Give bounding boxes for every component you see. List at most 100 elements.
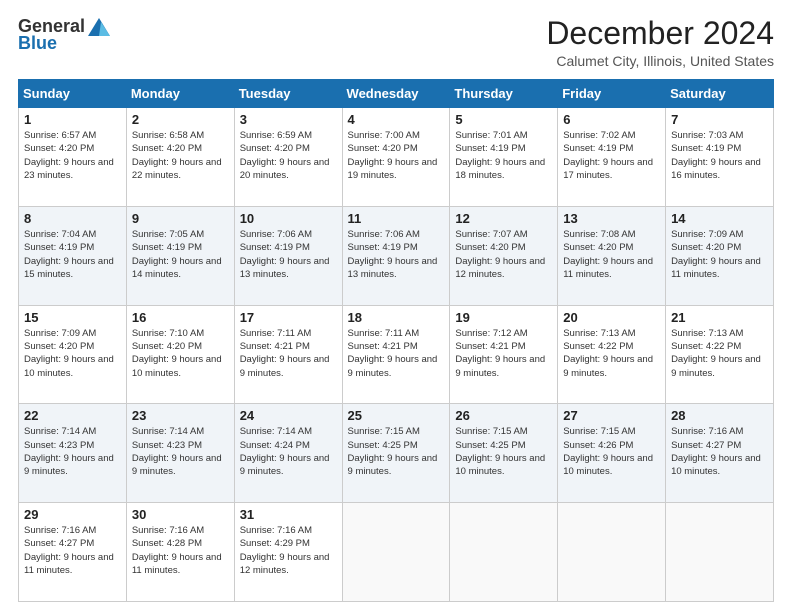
cell-info: Sunrise: 7:16 AMSunset: 4:29 PMDaylight:… — [240, 525, 330, 576]
day-number: 18 — [348, 310, 445, 325]
cell-d6: 6 Sunrise: 7:02 AMSunset: 4:19 PMDayligh… — [558, 108, 666, 207]
cell-d28: 28 Sunrise: 7:16 AMSunset: 4:27 PMDaylig… — [666, 404, 774, 503]
title-block: December 2024 Calumet City, Illinois, Un… — [546, 16, 774, 69]
col-monday: Monday — [126, 80, 234, 108]
cell-info: Sunrise: 7:16 AMSunset: 4:28 PMDaylight:… — [132, 525, 222, 576]
logo-blue-text: Blue — [18, 33, 57, 53]
cell-d4: 4 Sunrise: 7:00 AMSunset: 4:20 PMDayligh… — [342, 108, 450, 207]
cell-info: Sunrise: 7:14 AMSunset: 4:24 PMDaylight:… — [240, 426, 330, 477]
day-number: 14 — [671, 211, 768, 226]
header: General Blue December 2024 Calumet City,… — [18, 16, 774, 69]
col-thursday: Thursday — [450, 80, 558, 108]
empty-cell-w4d4 — [450, 503, 558, 602]
empty-cell-w4d3 — [342, 503, 450, 602]
cell-d26: 26 Sunrise: 7:15 AMSunset: 4:25 PMDaylig… — [450, 404, 558, 503]
cell-info: Sunrise: 7:09 AMSunset: 4:20 PMDaylight:… — [671, 229, 761, 280]
cell-info: Sunrise: 7:16 AMSunset: 4:27 PMDaylight:… — [671, 426, 761, 477]
day-number: 17 — [240, 310, 337, 325]
cell-info: Sunrise: 7:05 AMSunset: 4:19 PMDaylight:… — [132, 229, 222, 280]
cell-info: Sunrise: 7:04 AMSunset: 4:19 PMDaylight:… — [24, 229, 114, 280]
col-tuesday: Tuesday — [234, 80, 342, 108]
cell-info: Sunrise: 7:07 AMSunset: 4:20 PMDaylight:… — [455, 229, 545, 280]
cell-info: Sunrise: 7:11 AMSunset: 4:21 PMDaylight:… — [240, 328, 330, 379]
day-number: 8 — [24, 211, 121, 226]
cell-d21: 21 Sunrise: 7:13 AMSunset: 4:22 PMDaylig… — [666, 305, 774, 404]
cell-info: Sunrise: 7:15 AMSunset: 4:26 PMDaylight:… — [563, 426, 653, 477]
col-wednesday: Wednesday — [342, 80, 450, 108]
week-row-4: 22 Sunrise: 7:14 AMSunset: 4:23 PMDaylig… — [19, 404, 774, 503]
cell-info: Sunrise: 7:02 AMSunset: 4:19 PMDaylight:… — [563, 130, 653, 181]
day-number: 9 — [132, 211, 229, 226]
cell-d12: 12 Sunrise: 7:07 AMSunset: 4:20 PMDaylig… — [450, 206, 558, 305]
page: General Blue December 2024 Calumet City,… — [0, 0, 792, 612]
day-number: 31 — [240, 507, 337, 522]
day-number: 16 — [132, 310, 229, 325]
cell-info: Sunrise: 7:13 AMSunset: 4:22 PMDaylight:… — [563, 328, 653, 379]
day-number: 13 — [563, 211, 660, 226]
cell-d20: 20 Sunrise: 7:13 AMSunset: 4:22 PMDaylig… — [558, 305, 666, 404]
cell-info: Sunrise: 7:06 AMSunset: 4:19 PMDaylight:… — [348, 229, 438, 280]
cell-d8: 8 Sunrise: 7:04 AMSunset: 4:19 PMDayligh… — [19, 206, 127, 305]
cell-info: Sunrise: 7:14 AMSunset: 4:23 PMDaylight:… — [132, 426, 222, 477]
logo: General Blue — [18, 16, 111, 54]
day-number: 26 — [455, 408, 552, 423]
calendar-table: Sunday Monday Tuesday Wednesday Thursday… — [18, 79, 774, 602]
cell-d15: 15 Sunrise: 7:09 AMSunset: 4:20 PMDaylig… — [19, 305, 127, 404]
cell-info: Sunrise: 7:13 AMSunset: 4:22 PMDaylight:… — [671, 328, 761, 379]
cell-d27: 27 Sunrise: 7:15 AMSunset: 4:26 PMDaylig… — [558, 404, 666, 503]
empty-cell-w4d6 — [666, 503, 774, 602]
day-number: 3 — [240, 112, 337, 127]
cell-d16: 16 Sunrise: 7:10 AMSunset: 4:20 PMDaylig… — [126, 305, 234, 404]
day-number: 10 — [240, 211, 337, 226]
cell-info: Sunrise: 7:11 AMSunset: 4:21 PMDaylight:… — [348, 328, 438, 379]
cell-d29: 29 Sunrise: 7:16 AMSunset: 4:27 PMDaylig… — [19, 503, 127, 602]
day-number: 19 — [455, 310, 552, 325]
cell-info: Sunrise: 7:15 AMSunset: 4:25 PMDaylight:… — [348, 426, 438, 477]
week-row-5: 29 Sunrise: 7:16 AMSunset: 4:27 PMDaylig… — [19, 503, 774, 602]
week-row-1: 1 Sunrise: 6:57 AMSunset: 4:20 PMDayligh… — [19, 108, 774, 207]
cell-d1: 1 Sunrise: 6:57 AMSunset: 4:20 PMDayligh… — [19, 108, 127, 207]
cell-info: Sunrise: 7:15 AMSunset: 4:25 PMDaylight:… — [455, 426, 545, 477]
day-number: 11 — [348, 211, 445, 226]
cell-info: Sunrise: 7:06 AMSunset: 4:19 PMDaylight:… — [240, 229, 330, 280]
day-number: 7 — [671, 112, 768, 127]
cell-d19: 19 Sunrise: 7:12 AMSunset: 4:21 PMDaylig… — [450, 305, 558, 404]
day-number: 2 — [132, 112, 229, 127]
cell-info: Sunrise: 7:10 AMSunset: 4:20 PMDaylight:… — [132, 328, 222, 379]
cell-info: Sunrise: 7:16 AMSunset: 4:27 PMDaylight:… — [24, 525, 114, 576]
cell-info: Sunrise: 7:09 AMSunset: 4:20 PMDaylight:… — [24, 328, 114, 379]
cell-d17: 17 Sunrise: 7:11 AMSunset: 4:21 PMDaylig… — [234, 305, 342, 404]
day-number: 27 — [563, 408, 660, 423]
cell-d11: 11 Sunrise: 7:06 AMSunset: 4:19 PMDaylig… — [342, 206, 450, 305]
cell-d22: 22 Sunrise: 7:14 AMSunset: 4:23 PMDaylig… — [19, 404, 127, 503]
day-number: 5 — [455, 112, 552, 127]
cell-d5: 5 Sunrise: 7:01 AMSunset: 4:19 PMDayligh… — [450, 108, 558, 207]
day-number: 30 — [132, 507, 229, 522]
cell-d30: 30 Sunrise: 7:16 AMSunset: 4:28 PMDaylig… — [126, 503, 234, 602]
subtitle: Calumet City, Illinois, United States — [546, 53, 774, 69]
day-number: 15 — [24, 310, 121, 325]
cell-d23: 23 Sunrise: 7:14 AMSunset: 4:23 PMDaylig… — [126, 404, 234, 503]
day-number: 23 — [132, 408, 229, 423]
col-sunday: Sunday — [19, 80, 127, 108]
day-number: 6 — [563, 112, 660, 127]
cell-d13: 13 Sunrise: 7:08 AMSunset: 4:20 PMDaylig… — [558, 206, 666, 305]
cell-info: Sunrise: 7:08 AMSunset: 4:20 PMDaylight:… — [563, 229, 653, 280]
cell-d9: 9 Sunrise: 7:05 AMSunset: 4:19 PMDayligh… — [126, 206, 234, 305]
day-number: 29 — [24, 507, 121, 522]
cell-d7: 7 Sunrise: 7:03 AMSunset: 4:19 PMDayligh… — [666, 108, 774, 207]
cell-d25: 25 Sunrise: 7:15 AMSunset: 4:25 PMDaylig… — [342, 404, 450, 503]
day-number: 25 — [348, 408, 445, 423]
day-number: 1 — [24, 112, 121, 127]
main-title: December 2024 — [546, 16, 774, 51]
day-number: 22 — [24, 408, 121, 423]
calendar-header-row: Sunday Monday Tuesday Wednesday Thursday… — [19, 80, 774, 108]
day-number: 24 — [240, 408, 337, 423]
cell-info: Sunrise: 6:59 AMSunset: 4:20 PMDaylight:… — [240, 130, 330, 181]
cell-d10: 10 Sunrise: 7:06 AMSunset: 4:19 PMDaylig… — [234, 206, 342, 305]
cell-info: Sunrise: 7:00 AMSunset: 4:20 PMDaylight:… — [348, 130, 438, 181]
day-number: 4 — [348, 112, 445, 127]
cell-info: Sunrise: 7:01 AMSunset: 4:19 PMDaylight:… — [455, 130, 545, 181]
week-row-3: 15 Sunrise: 7:09 AMSunset: 4:20 PMDaylig… — [19, 305, 774, 404]
day-number: 20 — [563, 310, 660, 325]
